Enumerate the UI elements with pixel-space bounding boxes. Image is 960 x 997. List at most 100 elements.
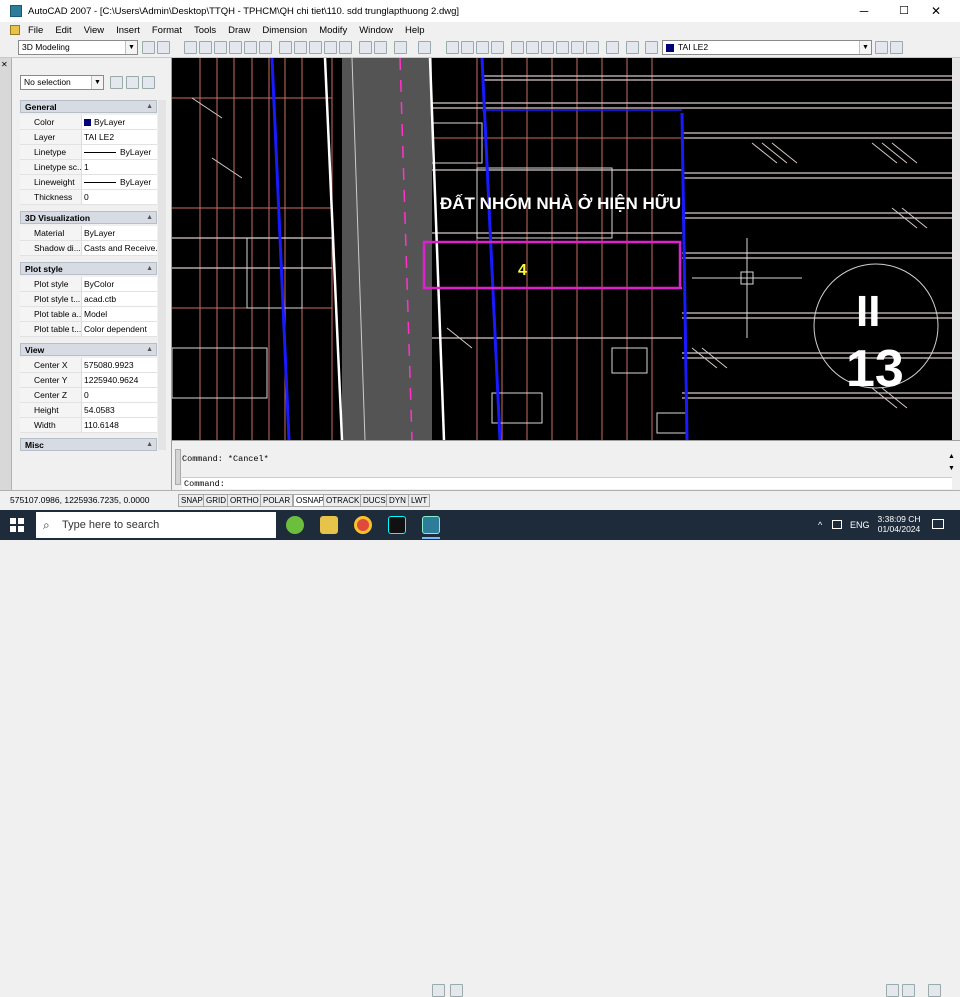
- open-file-icon[interactable]: [199, 41, 212, 54]
- palette-scrollbar[interactable]: [158, 100, 166, 450]
- section-general[interactable]: General ▲: [20, 100, 157, 113]
- scroll-down-icon[interactable]: ▼: [948, 465, 955, 472]
- section-view[interactable]: View ▲: [20, 343, 157, 356]
- polar-toggle[interactable]: POLAR: [260, 494, 294, 507]
- properties-icon[interactable]: [511, 41, 524, 54]
- otrack-toggle[interactable]: OTRACK: [323, 494, 363, 507]
- pencil-icon[interactable]: [359, 41, 372, 54]
- property-row[interactable]: Plot table a... Model: [20, 307, 157, 322]
- section-misc[interactable]: Misc ▲: [20, 438, 157, 451]
- property-row[interactable]: Lineweight ByLayer: [20, 175, 157, 190]
- chrome-icon[interactable]: [354, 516, 372, 534]
- menu-dimension[interactable]: Dimension: [256, 25, 313, 36]
- tray-chevron-icon[interactable]: ^: [818, 520, 822, 530]
- file-explorer-icon[interactable]: [320, 516, 338, 534]
- snap-toggle[interactable]: SNAP: [178, 494, 206, 507]
- layer-previous-icon[interactable]: [890, 41, 903, 54]
- publish-icon[interactable]: [259, 41, 272, 54]
- property-row[interactable]: Center X 575080.9923: [20, 358, 157, 373]
- menu-modify[interactable]: Modify: [313, 25, 353, 36]
- property-row[interactable]: Height 54.0583: [20, 403, 157, 418]
- toggle-pickadd-icon[interactable]: [110, 76, 123, 89]
- menu-edit[interactable]: Edit: [49, 25, 77, 36]
- command-window-grip[interactable]: [175, 449, 181, 485]
- ortho-toggle[interactable]: ORTHO: [227, 494, 262, 507]
- layer-manager-icon[interactable]: [626, 41, 639, 54]
- dyn-toggle[interactable]: DYN: [386, 494, 409, 507]
- sheet-set-icon[interactable]: [556, 41, 569, 54]
- communication-center-icon[interactable]: [886, 984, 899, 997]
- zoom-realtime-icon[interactable]: [461, 41, 474, 54]
- block-editor-icon[interactable]: [339, 41, 352, 54]
- language-indicator[interactable]: ENG: [850, 520, 870, 530]
- canvas-scrollbar[interactable]: [952, 58, 960, 440]
- property-row[interactable]: Width 110.6148: [20, 418, 157, 433]
- property-row[interactable]: Center Z0: [20, 388, 157, 403]
- menu-file[interactable]: File: [22, 25, 49, 36]
- workspace-settings-icon[interactable]: [142, 41, 155, 54]
- document-icon[interactable]: [10, 25, 20, 35]
- property-row[interactable]: Material ByLayer: [20, 226, 157, 241]
- notification-icon[interactable]: [932, 519, 944, 529]
- menu-tools[interactable]: Tools: [188, 25, 222, 36]
- drawing-canvas[interactable]: ĐẤT NHÓM NHÀ Ở HIỆN HỮU 4 II 13: [172, 58, 952, 440]
- taskbar-search[interactable]: ⌕ Type here to search: [36, 512, 276, 538]
- layer-dropdown[interactable]: TAI LE2 ▼: [662, 40, 872, 55]
- tiktok-icon[interactable]: [388, 516, 406, 534]
- menu-window[interactable]: Window: [353, 25, 399, 36]
- autocad-taskbar-icon[interactable]: [422, 516, 440, 534]
- palette-close-icon[interactable]: ✕: [1, 60, 8, 69]
- property-row[interactable]: Thickness 0: [20, 190, 157, 205]
- maximize-button[interactable]: ☐: [888, 0, 920, 22]
- lwt-toggle[interactable]: LWT: [408, 494, 431, 507]
- property-row[interactable]: Plot style ByColor: [20, 277, 157, 292]
- clock[interactable]: 3:38:09 CH 01/04/2024: [876, 514, 922, 534]
- menu-help[interactable]: Help: [399, 25, 431, 36]
- tool-palettes-icon[interactable]: [541, 41, 554, 54]
- ducs-toggle[interactable]: DUCS: [360, 494, 389, 507]
- help-icon[interactable]: [606, 41, 619, 54]
- lock-icon[interactable]: [902, 984, 915, 997]
- undo-icon[interactable]: [394, 41, 407, 54]
- osnap-toggle[interactable]: OSNAP: [293, 494, 328, 507]
- section-3d-visualization[interactable]: 3D Visualization ▲: [20, 211, 157, 224]
- property-row[interactable]: Linetype ByLayer: [20, 145, 157, 160]
- selection-dropdown[interactable]: No selection ▼: [20, 75, 104, 90]
- select-objects-icon[interactable]: [126, 76, 139, 89]
- palette-title-strip[interactable]: [0, 58, 12, 490]
- close-button[interactable]: ✕: [920, 0, 952, 22]
- property-row[interactable]: Plot table t... Color dependent: [20, 322, 157, 337]
- print-icon[interactable]: [229, 41, 242, 54]
- model-space-icon[interactable]: [432, 984, 445, 997]
- grid-toggle[interactable]: GRID: [203, 494, 229, 507]
- quickcalc-icon[interactable]: [586, 41, 599, 54]
- workspace-save-icon[interactable]: [157, 41, 170, 54]
- zoom-previous-icon[interactable]: [491, 41, 504, 54]
- property-row[interactable]: Shadow di... Casts and Receive...: [20, 241, 157, 256]
- scroll-up-icon[interactable]: ▲: [948, 453, 955, 460]
- clean-screen-icon[interactable]: [928, 984, 941, 997]
- layout-icon[interactable]: [450, 984, 463, 997]
- command-input[interactable]: Command:: [182, 477, 952, 489]
- match-properties-icon[interactable]: [324, 41, 337, 54]
- preview-icon[interactable]: [244, 41, 257, 54]
- property-row[interactable]: Linetype sc... 1: [20, 160, 157, 175]
- property-row[interactable]: Plot style t... acad.ctb: [20, 292, 157, 307]
- minimize-button[interactable]: ─: [848, 0, 880, 22]
- property-row[interactable]: Center Y 1225940.9624: [20, 373, 157, 388]
- brush-icon[interactable]: [374, 41, 387, 54]
- autocad-app-icon[interactable]: [10, 5, 22, 17]
- section-plot-style[interactable]: Plot style ▲: [20, 262, 157, 275]
- network-icon[interactable]: [832, 520, 842, 529]
- copy-icon[interactable]: [294, 41, 307, 54]
- windows-start-icon[interactable]: [10, 518, 24, 532]
- save-icon[interactable]: [214, 41, 227, 54]
- quick-select-icon[interactable]: [142, 76, 155, 89]
- markup-icon[interactable]: [571, 41, 584, 54]
- property-row[interactable]: Color ByLayer: [20, 115, 157, 130]
- cut-icon[interactable]: [279, 41, 292, 54]
- menu-view[interactable]: View: [78, 25, 110, 36]
- property-row[interactable]: Layer TAI LE2: [20, 130, 157, 145]
- paste-icon[interactable]: [309, 41, 322, 54]
- new-file-icon[interactable]: [184, 41, 197, 54]
